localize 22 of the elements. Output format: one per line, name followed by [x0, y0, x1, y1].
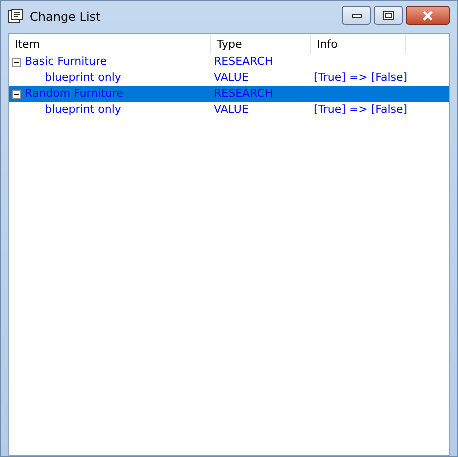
- maximize-icon: [383, 11, 394, 20]
- type-text: VALUE: [214, 102, 249, 118]
- item-name[interactable]: blueprint only: [45, 70, 122, 86]
- info-text: [True] => [False]: [314, 102, 408, 118]
- info-text: [True] => [False]: [314, 70, 408, 86]
- column-header[interactable]: Item: [9, 34, 211, 54]
- app-icon: [8, 9, 24, 25]
- column-header[interactable]: Type: [211, 34, 311, 54]
- collapse-icon[interactable]: [12, 58, 21, 66]
- type-text: RESEARCH: [214, 86, 274, 102]
- window-title: Change List: [30, 9, 101, 26]
- type-text: RESEARCH: [214, 54, 274, 70]
- column-header[interactable]: Info: [311, 34, 406, 54]
- item-name[interactable]: Basic Furniture: [25, 54, 108, 70]
- type-text: VALUE: [214, 70, 249, 86]
- close-button[interactable]: [406, 6, 450, 25]
- collapse-icon[interactable]: [12, 90, 21, 98]
- maximize-button[interactable]: [374, 6, 403, 25]
- minimize-icon: [352, 14, 362, 18]
- close-icon: [422, 10, 434, 20]
- item-name[interactable]: blueprint only: [45, 102, 122, 118]
- minimize-button[interactable]: [342, 6, 371, 25]
